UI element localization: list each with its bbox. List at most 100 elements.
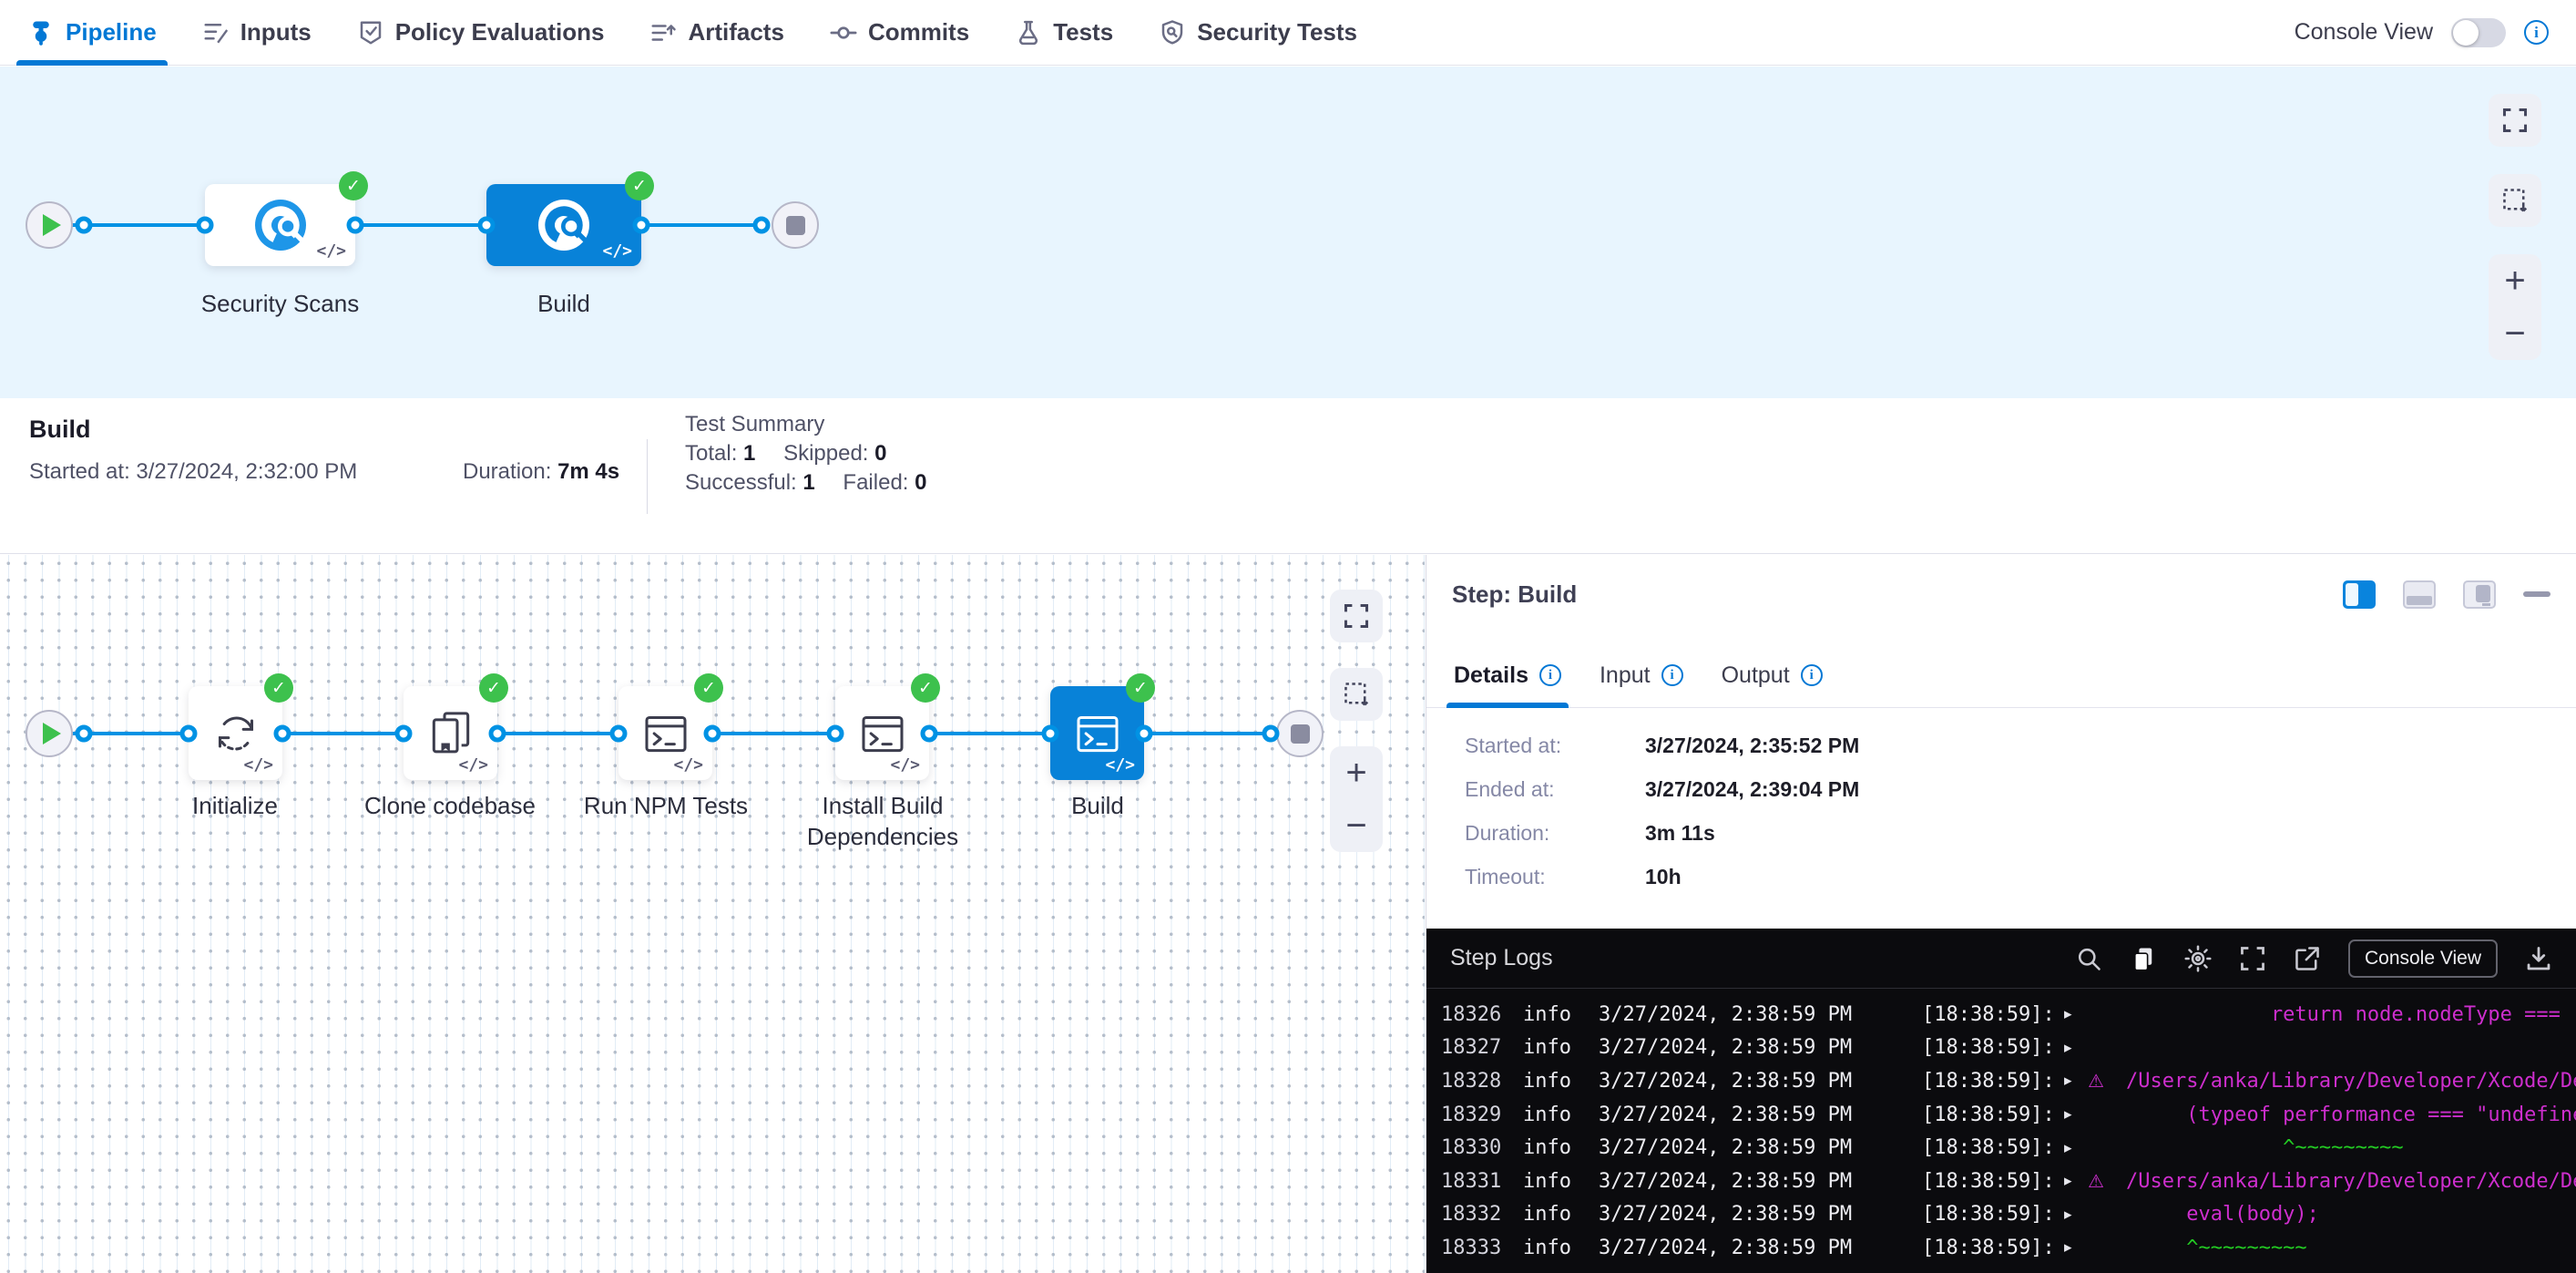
stage-node-security-scans[interactable]: [205, 184, 355, 266]
tab-policy-evaluations[interactable]: Policy Evaluations: [357, 0, 605, 66]
step-node-initialize[interactable]: [189, 686, 282, 780]
log-line-number: 18326: [1441, 1003, 1523, 1026]
step-logs-output: 18326 info 3/27/2024, 2:38:59 PM [18:38:…: [1426, 989, 2576, 1265]
log-line[interactable]: 18330 info 3/27/2024, 2:38:59 PM [18:38:…: [1441, 1131, 2576, 1165]
code-icon: [458, 755, 488, 775]
pipeline-start-node[interactable]: [26, 201, 73, 249]
log-line[interactable]: 18332 info 3/27/2024, 2:38:59 PM [18:38:…: [1441, 1198, 2576, 1232]
log-level: info: [1523, 1203, 1599, 1226]
info-icon[interactable]: [1661, 664, 1683, 686]
connector-port: [633, 217, 650, 234]
log-message: ^~~~~~~~~~: [2126, 1136, 2576, 1159]
log-line[interactable]: 18327 info 3/27/2024, 2:38:59 PM [18:38:…: [1441, 1032, 2576, 1065]
artifacts-icon: [649, 19, 677, 46]
success-badge: [625, 171, 654, 200]
log-timestamp: 3/27/2024, 2:38:59 PM: [1599, 1170, 1922, 1193]
tab-label: Inputs: [240, 18, 312, 46]
tests-icon: [1015, 19, 1042, 46]
layout-split-view-icon[interactable]: [2343, 580, 2376, 609]
step-logs-title: Step Logs: [1450, 945, 1553, 971]
step-label: Clone codebase: [341, 790, 559, 821]
fullscreen-icon[interactable]: [2239, 945, 2266, 972]
step-node-build[interactable]: [1050, 686, 1144, 780]
expand-arrow-icon[interactable]: ▸: [2064, 1105, 2088, 1124]
play-icon: [43, 723, 61, 744]
log-line[interactable]: 18328 info 3/27/2024, 2:38:59 PM [18:38:…: [1441, 1064, 2576, 1098]
stage-graph-canvas[interactable]: Security Scans Build + −: [0, 67, 2576, 398]
test-summary: Test Summary Total: 1 Skipped: 0 Success…: [685, 410, 949, 498]
duration-value: 7m 4s: [557, 459, 619, 484]
console-view-toggle[interactable]: [2451, 18, 2506, 47]
log-console-time: [18:38:59]:: [1922, 1170, 2064, 1193]
zoom-in-button[interactable]: +: [1330, 746, 1383, 799]
pipeline-end-node[interactable]: [772, 201, 819, 249]
minimize-panel-icon[interactable]: [2523, 591, 2550, 597]
step-node-install-build-dependencies[interactable]: [835, 686, 929, 780]
console-view-info-icon[interactable]: [2524, 20, 2549, 45]
zoom-in-button[interactable]: +: [2489, 254, 2541, 307]
tab-commits[interactable]: Commits: [830, 0, 969, 66]
log-timestamp: 3/27/2024, 2:38:59 PM: [1599, 1136, 1922, 1159]
tab-pipeline[interactable]: Pipeline: [27, 0, 157, 66]
settings-gear-icon[interactable]: [2184, 945, 2212, 972]
detail-row: Timeout: 10h: [1465, 865, 1859, 889]
expand-arrow-icon[interactable]: ▸: [2064, 1206, 2088, 1224]
step-node-run-npm-tests[interactable]: [618, 686, 712, 780]
open-in-new-icon[interactable]: [2294, 945, 2321, 972]
log-console-time: [18:38:59]:: [1922, 1036, 2064, 1059]
step-node-clone-codebase[interactable]: [404, 686, 497, 780]
expand-arrow-icon[interactable]: ▸: [2064, 1172, 2088, 1190]
layout-right-view-icon[interactable]: [2463, 580, 2496, 609]
tab-details[interactable]: Details: [1454, 642, 1561, 708]
tab-output[interactable]: Output: [1722, 642, 1823, 708]
stage-duration: Duration: 7m 4s: [463, 459, 619, 485]
log-level: info: [1523, 1136, 1599, 1159]
stage-start-node[interactable]: [26, 710, 73, 757]
expand-arrow-icon[interactable]: ▸: [2064, 1238, 2088, 1257]
marquee-select-icon: [2501, 187, 2529, 214]
expand-arrow-icon[interactable]: ▸: [2064, 1139, 2088, 1157]
search-icon[interactable]: [2075, 945, 2102, 972]
step-details-list: Started at: 3/27/2024, 2:35:52 PM Ended …: [1465, 734, 1859, 909]
stat-label: Total:: [685, 441, 737, 466]
info-icon[interactable]: [1801, 664, 1823, 686]
log-line-number: 18332: [1441, 1203, 1523, 1226]
terminal-icon: [639, 708, 692, 759]
tab-input[interactable]: Input: [1600, 642, 1683, 708]
connector-port: [76, 217, 93, 234]
log-level: info: [1523, 1237, 1599, 1259]
step-graph-canvas[interactable]: Initialize Clone codebase Run NPM Tests …: [0, 555, 1425, 1273]
console-view-button[interactable]: Console View: [2348, 939, 2498, 978]
ci-stage-icon: [535, 196, 593, 254]
log-line[interactable]: 18331 info 3/27/2024, 2:38:59 PM [18:38:…: [1441, 1165, 2576, 1198]
stage-canvas-fullscreen-button[interactable]: [2489, 94, 2541, 147]
expand-arrow-icon[interactable]: ▸: [2064, 1072, 2088, 1090]
copy-icon[interactable]: [2130, 945, 2157, 972]
step-canvas-select-button[interactable]: [1330, 668, 1383, 721]
tab-security-tests[interactable]: Security Tests: [1159, 0, 1357, 66]
expand-arrow-icon[interactable]: ▸: [2064, 1005, 2088, 1023]
log-line[interactable]: 18329 info 3/27/2024, 2:38:59 PM [18:38:…: [1441, 1098, 2576, 1132]
tab-inputs[interactable]: Inputs: [202, 0, 312, 66]
stage-label: Security Scans: [164, 288, 396, 319]
stage-canvas-select-button[interactable]: [2489, 174, 2541, 227]
zoom-out-button[interactable]: −: [2489, 307, 2541, 360]
log-console-time: [18:38:59]:: [1922, 1203, 2064, 1226]
layout-bottom-view-icon[interactable]: [2403, 580, 2436, 609]
detail-row: Duration: 3m 11s: [1465, 821, 1859, 846]
code-icon: [673, 755, 703, 775]
step-canvas-fullscreen-button[interactable]: [1330, 590, 1383, 642]
stage-summary-bar: Build Started at: 3/27/2024, 2:32:00 PM …: [0, 399, 2576, 554]
stage-end-node[interactable]: [1276, 710, 1324, 757]
panel-layout-controls: [2343, 580, 2550, 609]
info-icon[interactable]: [1539, 664, 1561, 686]
stage-node-build[interactable]: [486, 184, 641, 266]
tab-tests[interactable]: Tests: [1015, 0, 1113, 66]
zoom-out-button[interactable]: −: [1330, 799, 1383, 852]
stat-value: 1: [802, 470, 814, 495]
log-line[interactable]: 18333 info 3/27/2024, 2:38:59 PM [18:38:…: [1441, 1231, 2576, 1265]
expand-arrow-icon[interactable]: ▸: [2064, 1039, 2088, 1057]
tab-artifacts[interactable]: Artifacts: [649, 0, 783, 66]
log-line[interactable]: 18326 info 3/27/2024, 2:38:59 PM [18:38:…: [1441, 998, 2576, 1032]
download-icon[interactable]: [2525, 945, 2552, 972]
